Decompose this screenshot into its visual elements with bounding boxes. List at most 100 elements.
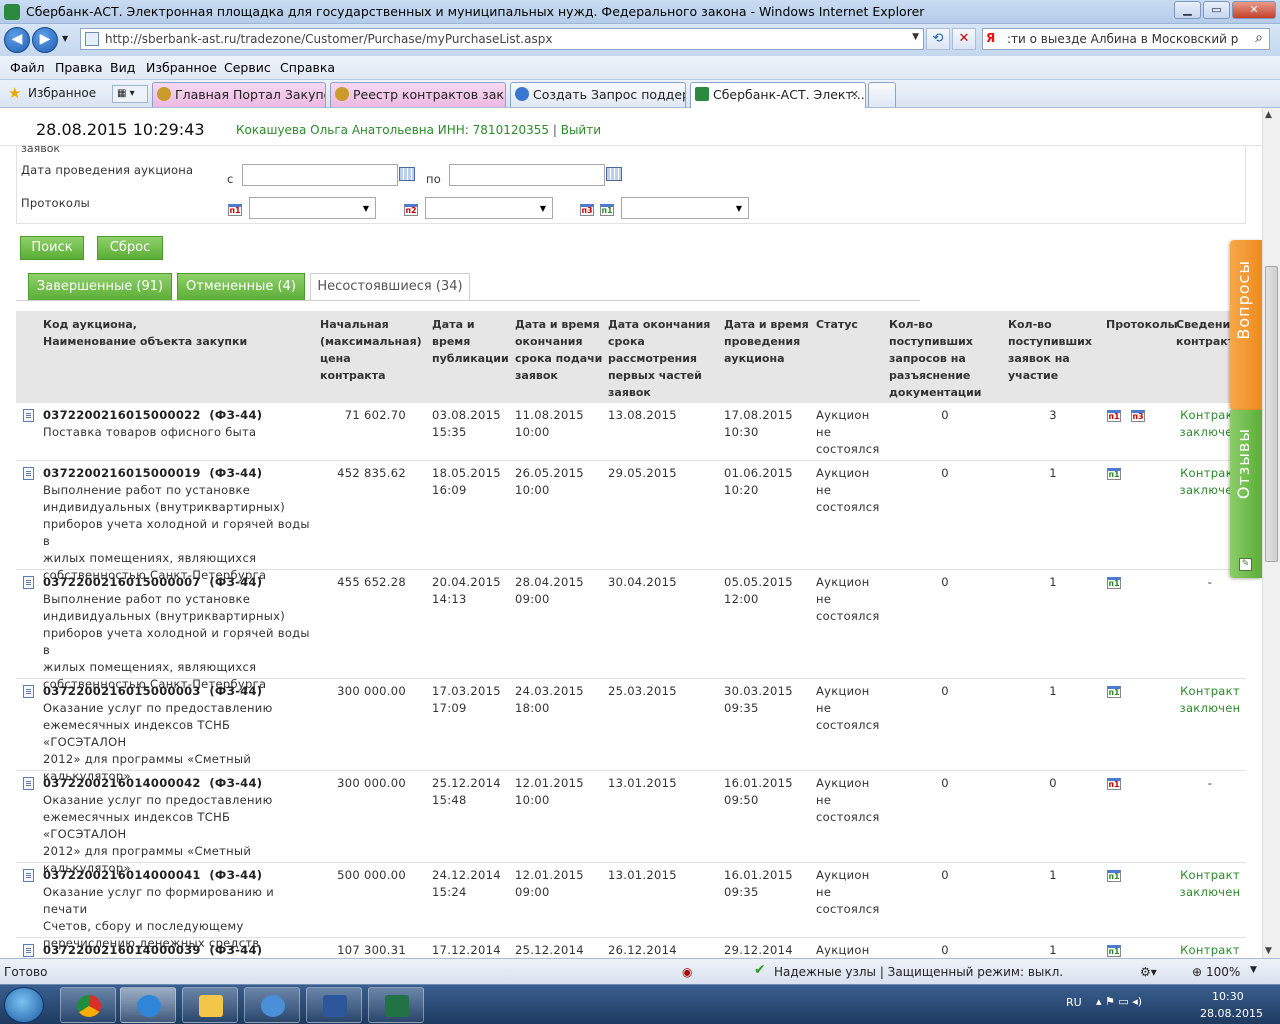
taskbar-explorer[interactable] bbox=[182, 987, 238, 1023]
privacy-icon[interactable]: ◉ bbox=[682, 965, 692, 979]
taskbar-word[interactable] bbox=[306, 987, 362, 1023]
protocol-p1-icon[interactable]: п1 bbox=[1107, 468, 1121, 480]
ie-icon bbox=[515, 87, 529, 101]
reviews-widget[interactable]: Отзывы ✎ bbox=[1230, 410, 1262, 578]
menu-help[interactable]: Справка bbox=[280, 60, 335, 75]
cell-requests: 0 bbox=[941, 575, 949, 589]
search-field[interactable]: Я :ти о выезде Албина в Московский район… bbox=[982, 28, 1270, 50]
date-to-input[interactable] bbox=[449, 164, 605, 186]
menu-edit[interactable]: Правка bbox=[55, 60, 103, 75]
reset-button[interactable]: Сброс bbox=[97, 236, 163, 260]
scroll-up-icon[interactable]: ▲ bbox=[1265, 110, 1272, 120]
auction-code-link[interactable]: 0372200216015000003 (ФЗ-44) bbox=[43, 683, 313, 700]
search-icon[interactable]: ⌕ bbox=[1255, 30, 1263, 46]
forward-button[interactable]: ▶ bbox=[32, 27, 58, 53]
maximize-button[interactable]: ▭ bbox=[1203, 1, 1230, 19]
minimize-button[interactable]: ▁ bbox=[1174, 1, 1201, 19]
protocol-p1-icon[interactable]: п1 bbox=[1107, 870, 1121, 882]
document-icon[interactable] bbox=[23, 409, 34, 422]
calendar-icon[interactable] bbox=[606, 167, 622, 181]
protocol-p1-icon[interactable]: п1 bbox=[1107, 778, 1121, 790]
tray-icons[interactable]: ▴ ⚑ ▭ ◂) bbox=[1096, 995, 1142, 1008]
vertical-scrollbar[interactable]: ▲ ▼ bbox=[1262, 108, 1280, 958]
date-from-input[interactable] bbox=[242, 164, 398, 186]
protocol-p1-icon[interactable]: п1 bbox=[1107, 577, 1121, 589]
taskbar-chrome[interactable] bbox=[60, 987, 116, 1023]
history-dropdown-icon[interactable]: ▼ bbox=[62, 34, 68, 43]
menu-view[interactable]: Вид bbox=[110, 60, 135, 75]
cell-contract[interactable]: Контракт заключен bbox=[1176, 867, 1244, 901]
favorites-star-icon[interactable]: ★ bbox=[8, 84, 21, 102]
menu-file[interactable]: Файл bbox=[10, 60, 45, 75]
tab-sberbank-ast[interactable]: Сбербанк-АСТ. Элект... ✕ bbox=[690, 82, 866, 108]
start-button[interactable] bbox=[4, 987, 44, 1023]
zoom-icon[interactable]: ⊕ bbox=[1192, 965, 1202, 979]
menu-favorites[interactable]: Избранное bbox=[146, 60, 217, 75]
url-field[interactable]: http://sberbank-ast.ru/tradezone/Custome… bbox=[80, 28, 924, 50]
document-icon[interactable] bbox=[23, 685, 34, 698]
protocol-p1-icon[interactable]: п1 bbox=[1107, 686, 1121, 698]
reviews-label: Отзывы bbox=[1234, 428, 1253, 500]
back-button[interactable]: ◀ bbox=[4, 27, 30, 53]
refresh-button[interactable]: ⟲ bbox=[926, 28, 950, 50]
questions-widget[interactable]: Вопросы bbox=[1230, 240, 1262, 410]
auction-code-link[interactable]: 0372200216015000007 (ФЗ-44) bbox=[43, 574, 313, 591]
document-icon[interactable] bbox=[23, 777, 34, 790]
logout-link[interactable]: Выйти bbox=[561, 123, 601, 137]
cell-contract[interactable]: Контракт заключен bbox=[1176, 683, 1244, 717]
tab-portal-zakupok[interactable]: Главная Портал Закупок bbox=[152, 82, 326, 107]
auction-code-link[interactable]: 0372200216014000041 (ФЗ-44) bbox=[43, 867, 313, 884]
calendar-icon[interactable] bbox=[399, 167, 415, 181]
taskbar-mail[interactable] bbox=[244, 987, 300, 1023]
taskbar-ie[interactable] bbox=[120, 987, 176, 1023]
zoom-level[interactable]: 100% bbox=[1206, 965, 1240, 979]
auction-code-link[interactable]: 0372200216014000039 (ФЗ-44) bbox=[43, 942, 313, 958]
purchase-name: Поставка товаров офисного быта bbox=[43, 425, 257, 439]
cell-requests: 0 bbox=[941, 776, 949, 790]
table-row: 0372200216014000039 (ФЗ-44) 107 300.31 17.… bbox=[16, 938, 1246, 958]
favorites-label[interactable]: Избранное bbox=[28, 86, 96, 100]
protocol-p1-icon[interactable]: п1 bbox=[1107, 410, 1121, 422]
tab-failed[interactable]: Несостоявшиеся (34) bbox=[310, 273, 470, 301]
auction-code-link[interactable]: 0372200216014000042 (ФЗ-44) bbox=[43, 775, 313, 792]
url-dropdown-icon[interactable]: ▼ bbox=[912, 32, 919, 42]
table-row: 0372200216014000041 (ФЗ-44) Оказание услу… bbox=[16, 863, 1246, 950]
table-row: 0372200216015000019 (ФЗ-44) Выполнение ра… bbox=[16, 461, 1246, 582]
status-ready: Готово bbox=[4, 965, 48, 979]
search-button[interactable]: Поиск bbox=[20, 236, 84, 260]
tab-completed[interactable]: Завершенные (91) bbox=[28, 273, 172, 301]
cell-auction-date: 05.05.2015 12:00 bbox=[724, 575, 793, 606]
protocol-p1-select[interactable]: ▼ bbox=[249, 197, 376, 219]
security-zone[interactable]: Надежные узлы | Защищенный режим: выкл. bbox=[774, 965, 1063, 979]
menu-bar: Файл Правка Вид Избранное Сервис Справка bbox=[0, 56, 1280, 80]
tab-support-request[interactable]: Создать Запрос поддерж... bbox=[510, 82, 686, 107]
document-icon[interactable] bbox=[23, 869, 34, 882]
taskbar-excel[interactable] bbox=[368, 987, 424, 1023]
tab-reestr-kontraktov[interactable]: Реестр контрактов закры... bbox=[330, 82, 506, 107]
auction-code-link[interactable]: 0372200216015000019 (ФЗ-44) bbox=[43, 465, 313, 482]
menu-tools[interactable]: Сервис bbox=[224, 60, 271, 75]
protocol-p3-icon[interactable]: п3 bbox=[1131, 410, 1145, 422]
scroll-thumb[interactable] bbox=[1265, 266, 1278, 562]
protocol-p2-select[interactable]: ▼ bbox=[425, 197, 553, 219]
close-window-button[interactable]: ✕ bbox=[1232, 1, 1276, 19]
zoom-dropdown-icon[interactable]: ▼ bbox=[1250, 965, 1257, 975]
quick-tabs-button[interactable]: ▦ ▾ bbox=[112, 85, 148, 103]
new-tab-button[interactable] bbox=[868, 82, 896, 107]
language-indicator[interactable]: RU bbox=[1066, 996, 1082, 1009]
tab-cancelled[interactable]: Отмененные (4) bbox=[177, 273, 305, 301]
close-tab-icon[interactable]: ✕ bbox=[850, 83, 859, 106]
window-title: Сбербанк-АСТ. Электронная площадка для г… bbox=[26, 4, 925, 19]
protocol-p1-icon: п1 bbox=[228, 204, 242, 216]
protocol-combo-select[interactable]: ▼ bbox=[621, 197, 749, 219]
document-icon[interactable] bbox=[23, 467, 34, 480]
document-icon[interactable] bbox=[23, 944, 34, 957]
stop-button[interactable]: ✕ bbox=[952, 28, 976, 50]
scroll-down-icon[interactable]: ▼ bbox=[1265, 946, 1272, 956]
settings-icon[interactable]: ⚙▾ bbox=[1140, 965, 1157, 979]
protocol-p1-icon[interactable]: п1 bbox=[1107, 945, 1121, 957]
document-icon[interactable] bbox=[23, 576, 34, 589]
filter-panel: заявок Дата проведения аукциона с по Про… bbox=[16, 142, 1246, 224]
auction-code-link[interactable]: 0372200216015000022 (ФЗ-44) bbox=[43, 407, 313, 424]
cell-contract[interactable]: Контракт bbox=[1176, 942, 1244, 958]
